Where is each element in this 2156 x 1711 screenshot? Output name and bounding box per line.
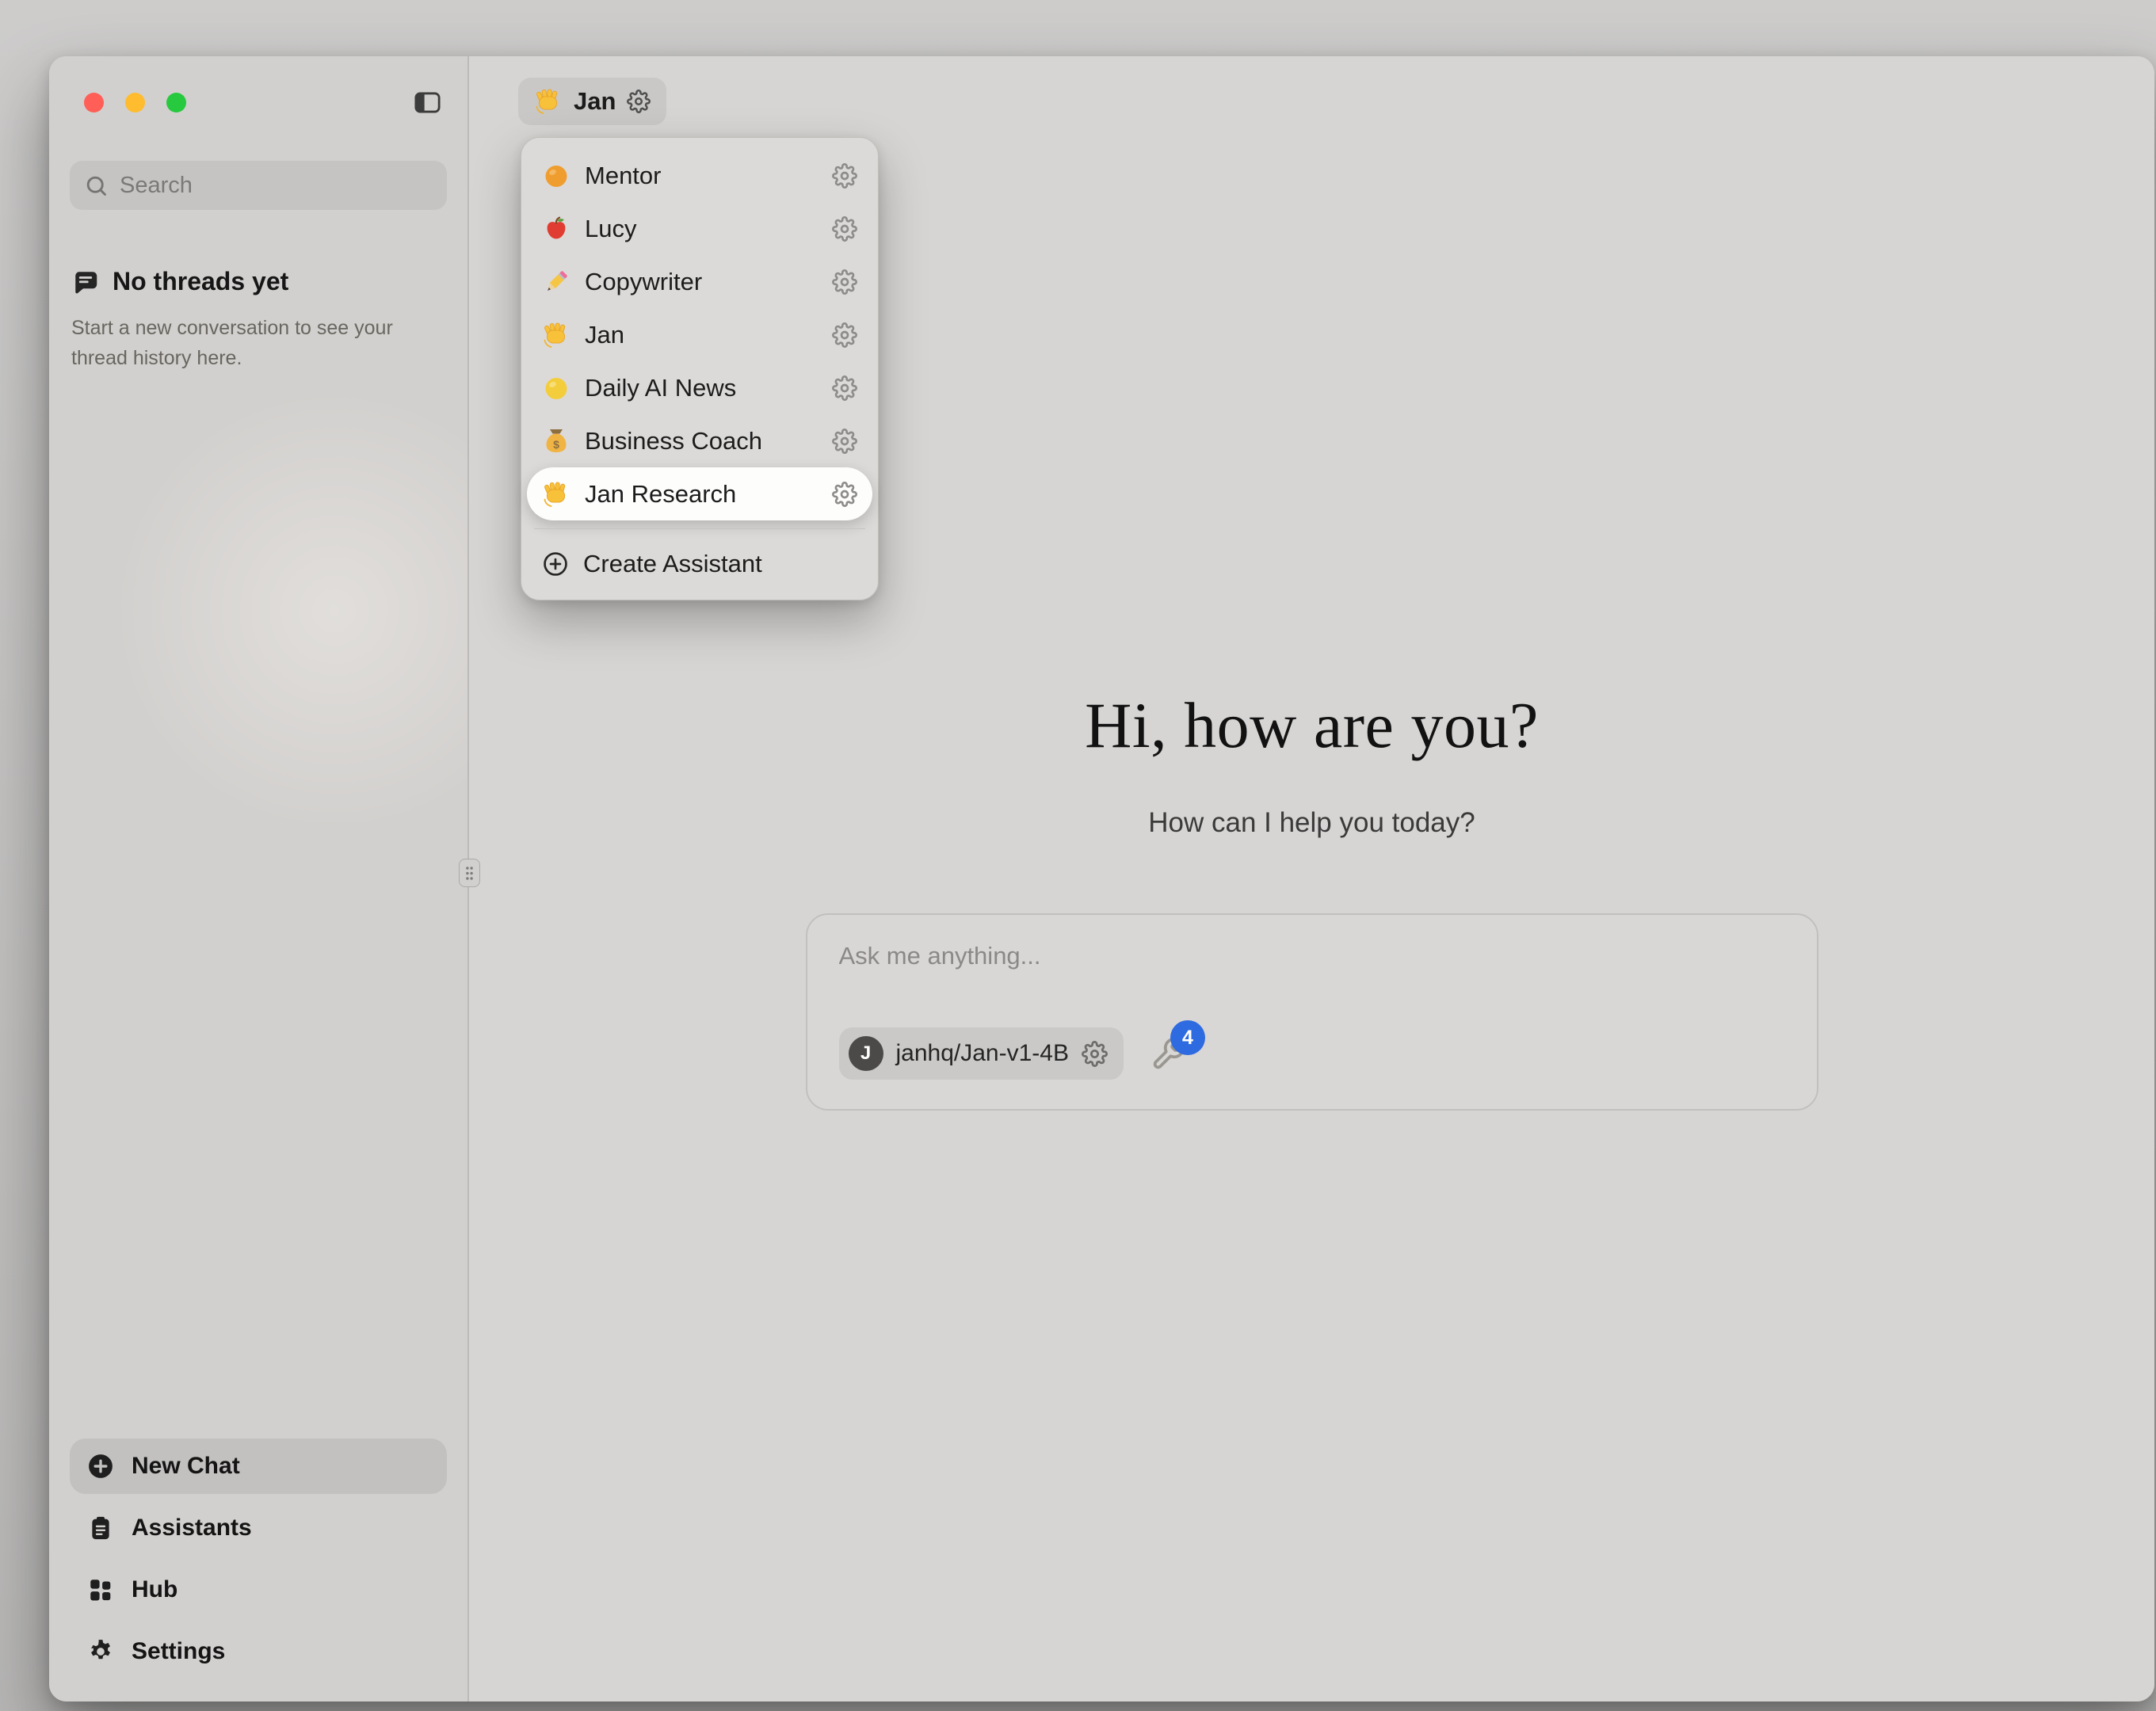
empty-state-title: No threads yet (113, 267, 288, 296)
sidebar-toggle-button[interactable] (413, 88, 442, 117)
app-window: No threads yet Start a new conversation … (49, 56, 2154, 1701)
assistant-menu-item-label: Daily AI News (585, 374, 818, 402)
create-assistant-label: Create Assistant (583, 550, 857, 578)
assistants-clipboard-icon (87, 1515, 114, 1541)
assistant-menu-item-label: Jan Research (585, 480, 818, 509)
sidebar-toggle-icon (413, 88, 442, 117)
assistant-menu-item-label: Jan (585, 321, 818, 349)
wave-emoji-icon (542, 480, 570, 509)
nav-item-label: Assistants (132, 1515, 252, 1541)
sidebar-bottom-nav: New Chat Assistants Hub Settings (70, 1439, 447, 1679)
plus-circle-outline-icon (542, 551, 569, 577)
main-area: Jan Mentor Lucy Copywriter (469, 56, 2154, 1701)
assistant-menu-item-business-coach[interactable]: Business Coach (529, 414, 870, 467)
assistant-menu-item-daily-ai-news[interactable]: Daily AI News (529, 361, 870, 414)
nav-item-label: Settings (132, 1638, 225, 1665)
sidebar-item-hub[interactable]: Hub (70, 1562, 447, 1618)
pencil-emoji-icon (542, 268, 570, 296)
sidebar: No threads yet Start a new conversation … (49, 56, 469, 1701)
titlebar (49, 56, 467, 117)
tools-button[interactable]: 4 (1151, 1036, 1186, 1072)
model-selector-button[interactable]: J janhq/Jan-v1-4B (839, 1027, 1124, 1080)
money-bag-emoji-icon (542, 427, 570, 455)
assistant-item-gear-icon[interactable] (832, 163, 857, 189)
assistant-item-gear-icon[interactable] (832, 322, 857, 348)
close-window-button[interactable] (84, 93, 104, 112)
nav-item-label: Hub (132, 1576, 177, 1603)
assistant-menu-item-copywriter[interactable]: Copywriter (529, 255, 870, 308)
composer-toolbar: J janhq/Jan-v1-4B 4 (839, 1027, 1790, 1080)
search-icon (84, 173, 109, 198)
model-name: janhq/Jan-v1-4B (896, 1040, 1069, 1067)
search-input[interactable] (70, 161, 447, 210)
yellow-circle-emoji-icon (542, 374, 570, 402)
chat-bubble-icon (71, 268, 100, 296)
sidebar-item-settings[interactable]: Settings (70, 1624, 447, 1679)
assistant-item-gear-icon[interactable] (832, 375, 857, 401)
assistant-menu-item-mentor[interactable]: Mentor (529, 149, 870, 202)
composer[interactable]: J janhq/Jan-v1-4B 4 (806, 913, 1818, 1111)
assistant-item-gear-icon[interactable] (832, 269, 857, 295)
menu-divider (534, 528, 865, 529)
wave-emoji-icon (542, 321, 570, 349)
empty-state-description: Start a new conversation to see your thr… (71, 314, 420, 373)
minimize-window-button[interactable] (125, 93, 145, 112)
assistant-menu-item-label: Business Coach (585, 427, 818, 455)
drag-dots-icon (464, 865, 475, 882)
zoom-window-button[interactable] (166, 93, 186, 112)
model-settings-gear-icon[interactable] (1082, 1041, 1108, 1067)
assistant-item-gear-icon[interactable] (832, 429, 857, 454)
create-assistant-button[interactable]: Create Assistant (529, 537, 870, 590)
greeting-subtitle: How can I help you today? (1148, 807, 1475, 839)
hub-grid-icon (87, 1576, 114, 1603)
nav-item-label: New Chat (132, 1453, 240, 1480)
assistant-menu-item-jan-research[interactable]: Jan Research (527, 467, 872, 520)
assistant-item-gear-icon[interactable] (832, 482, 857, 507)
sidebar-item-assistants[interactable]: Assistants (70, 1500, 447, 1556)
tools-count-badge: 4 (1170, 1020, 1205, 1055)
settings-gear-icon (87, 1638, 114, 1665)
plus-circle-icon (87, 1453, 114, 1480)
assistant-menu-item-jan[interactable]: Jan (529, 308, 870, 361)
assistant-menu-item-label: Lucy (585, 215, 818, 243)
assistant-item-gear-icon[interactable] (832, 216, 857, 242)
prompt-input[interactable] (839, 942, 1790, 970)
assistant-menu: Mentor Lucy Copywriter Jan Daily AI News (521, 137, 879, 600)
empty-state: No threads yet Start a new conversation … (49, 210, 467, 373)
orange-circle-emoji-icon (542, 162, 570, 190)
sidebar-resize-handle[interactable] (459, 859, 480, 887)
model-avatar: J (849, 1036, 883, 1071)
assistant-menu-item-label: Copywriter (585, 268, 818, 296)
assistant-menu-item-label: Mentor (585, 162, 818, 190)
apple-emoji-icon (542, 215, 570, 243)
sidebar-item-new-chat[interactable]: New Chat (70, 1439, 447, 1494)
search-field[interactable] (120, 173, 433, 199)
traffic-lights (84, 93, 186, 112)
assistant-menu-item-lucy[interactable]: Lucy (529, 202, 870, 255)
greeting-title: Hi, how are you? (1085, 688, 1539, 763)
